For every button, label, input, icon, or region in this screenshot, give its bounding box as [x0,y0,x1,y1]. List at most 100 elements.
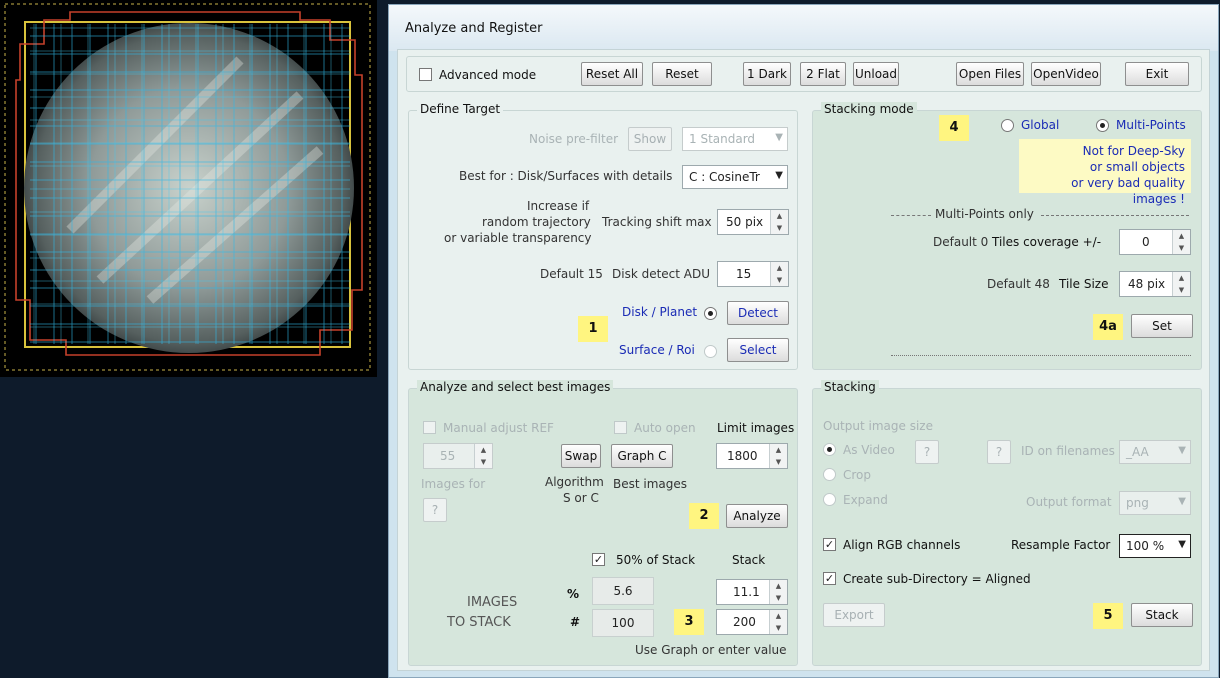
create-subdir-checkbox[interactable]: ✓ [823,572,836,585]
noise-prefilter-select[interactable]: 1 Standard ▼ [682,127,788,151]
spinner-arrows-icon[interactable]: ▲ ▼ [770,262,788,286]
stack-preview-image [0,0,377,377]
output-image-size-label: Output image size [823,419,933,433]
random-trajectory-label: random trajectory [482,215,591,229]
export-button[interactable]: Export [823,603,885,627]
dark-button[interactable]: 1 Dark [743,62,791,86]
step-2-badge: 2 [689,503,719,529]
use-graph-hint: Use Graph or enter value [635,643,787,657]
tile-size-spinner[interactable]: 48 pix ▲ ▼ [1119,271,1191,297]
spinner-arrows-icon[interactable]: ▲ ▼ [474,444,492,468]
resample-factor-select[interactable]: 100 % ▼ [1119,534,1191,558]
number-symbol: # [570,615,581,629]
spinner-arrows-icon[interactable]: ▲ ▼ [1172,272,1190,296]
spinner-arrows-icon[interactable]: ▲ ▼ [769,610,787,634]
output-format-select[interactable]: png ▼ [1119,491,1191,515]
limit-images-label: Limit images [717,421,795,435]
percent-best-field: 5.6 [592,577,654,605]
disk-detect-adu-spinner[interactable]: 15 ▲ ▼ [717,261,789,287]
select-button[interactable]: Select [727,338,789,362]
spinner-arrows-icon[interactable]: ▲ ▼ [770,210,788,234]
align-rgb-checkbox[interactable]: ✓ [823,538,836,551]
open-video-button[interactable]: OpenVideo [1031,62,1101,86]
surface-roi-label: Surface / Roi [619,343,695,357]
ref-image-value: 55 [440,449,456,463]
output-size-help-button[interactable]: ? [915,440,939,464]
tiles-coverage-label: Tiles coverage +/- [992,235,1102,249]
flat-button[interactable]: 2 Flat [800,62,846,86]
images-to-stack-label-1: IMAGES [467,595,518,610]
limit-images-spinner[interactable]: 1800 ▲ ▼ [716,443,788,469]
analyze-panel: Analyze and select best images Manual ad… [408,380,798,666]
analyze-button[interactable]: Analyze [726,504,788,528]
planet-preview-graphic [0,0,377,377]
tracking-shift-value: 50 pix [726,215,764,229]
stacking-panel: Stacking Output image size As Video Crop… [812,380,1202,666]
multi-points-radio[interactable] [1096,119,1109,132]
stacking-mode-panel: Stacking mode 4 Global Multi-Points Not … [812,102,1202,370]
global-radio[interactable] [1001,119,1014,132]
set-button[interactable]: Set [1131,314,1193,338]
pct-of-stack-checkbox[interactable]: ✓ [592,553,605,566]
id-on-filenames-select[interactable]: _AA ▼ [1119,440,1191,464]
step-1-badge: 1 [578,316,608,342]
define-target-panel: Define Target Noise pre-filter Show 1 St… [408,102,798,370]
default-0-label: Default 0 [933,235,989,249]
spinner-arrows-icon[interactable]: ▲ ▼ [769,580,787,604]
unload-button[interactable]: Unload [853,62,899,86]
id-filenames-help-button[interactable]: ? [987,440,1011,464]
warning-line-1: Not for Deep-Sky [1082,144,1185,158]
reset-all-button[interactable]: Reset All [581,62,643,86]
percent-symbol: % [567,587,580,601]
define-target-title: Define Target [417,102,504,116]
tiles-coverage-spinner[interactable]: 0 ▲ ▼ [1119,229,1191,255]
as-video-radio[interactable] [823,443,836,456]
stacking-panel-title: Stacking [821,380,879,394]
stack-number-spinner[interactable]: 200 ▲ ▼ [716,609,788,635]
open-files-button[interactable]: Open Files [956,62,1024,86]
manual-adjust-ref-checkbox[interactable] [423,421,436,434]
swap-button[interactable]: Swap [561,444,601,468]
best-for-select[interactable]: C : CosineTr ▼ [682,165,788,189]
advanced-mode-checkbox[interactable] [419,68,432,81]
expand-radio[interactable] [823,493,836,506]
global-label: Global [1021,118,1060,132]
disk-planet-radio[interactable] [704,307,717,320]
title-bar: Analyze and Register [389,5,1218,51]
exit-button[interactable]: Exit [1125,62,1189,86]
stack-button[interactable]: Stack [1131,603,1193,627]
chevron-down-icon: ▼ [775,132,783,143]
warning-line-2: or small objects [1089,160,1185,174]
as-video-label: As Video [843,443,895,457]
images-to-stack-label-2: TO STACK [447,615,511,630]
reset-button[interactable]: Reset [652,62,712,86]
help-button[interactable]: ? [423,498,447,522]
multi-points-label: Multi-Points [1116,118,1186,132]
disk-detect-adu-value: 15 [736,267,752,281]
stack-percent-value: 11.1 [733,585,760,599]
output-format-label: Output format [1026,495,1112,509]
crop-label: Crop [843,468,872,482]
tracking-shift-label: Tracking shift max [602,215,712,229]
divider [891,355,1191,356]
tile-size-value: 48 pix [1128,277,1166,291]
advanced-mode-label: Advanced mode [439,68,537,82]
spinner-arrows-icon[interactable]: ▲ ▼ [1172,230,1190,254]
analyze-register-window: Analyze and Register Advanced mode Reset… [388,4,1219,678]
step-4-badge: 4 [939,115,969,141]
chevron-down-icon: ▼ [1178,496,1186,507]
limit-images-value: 1800 [727,449,758,463]
algorithm-label: Algorithm [545,475,604,489]
surface-roi-radio[interactable] [704,345,717,358]
detect-button[interactable]: Detect [727,301,789,325]
auto-open-checkbox[interactable] [614,421,627,434]
tile-size-label: Tile Size [1059,277,1109,291]
stack-percent-spinner[interactable]: 11.1 ▲ ▼ [716,579,788,605]
ref-image-spinner[interactable]: 55 ▲ ▼ [423,443,493,469]
tracking-shift-spinner[interactable]: 50 pix ▲ ▼ [717,209,789,235]
graph-button[interactable]: Graph C [611,444,673,468]
divider [1041,215,1189,216]
spinner-arrows-icon[interactable]: ▲ ▼ [769,444,787,468]
noise-show-button[interactable]: Show [628,127,672,151]
crop-radio[interactable] [823,468,836,481]
